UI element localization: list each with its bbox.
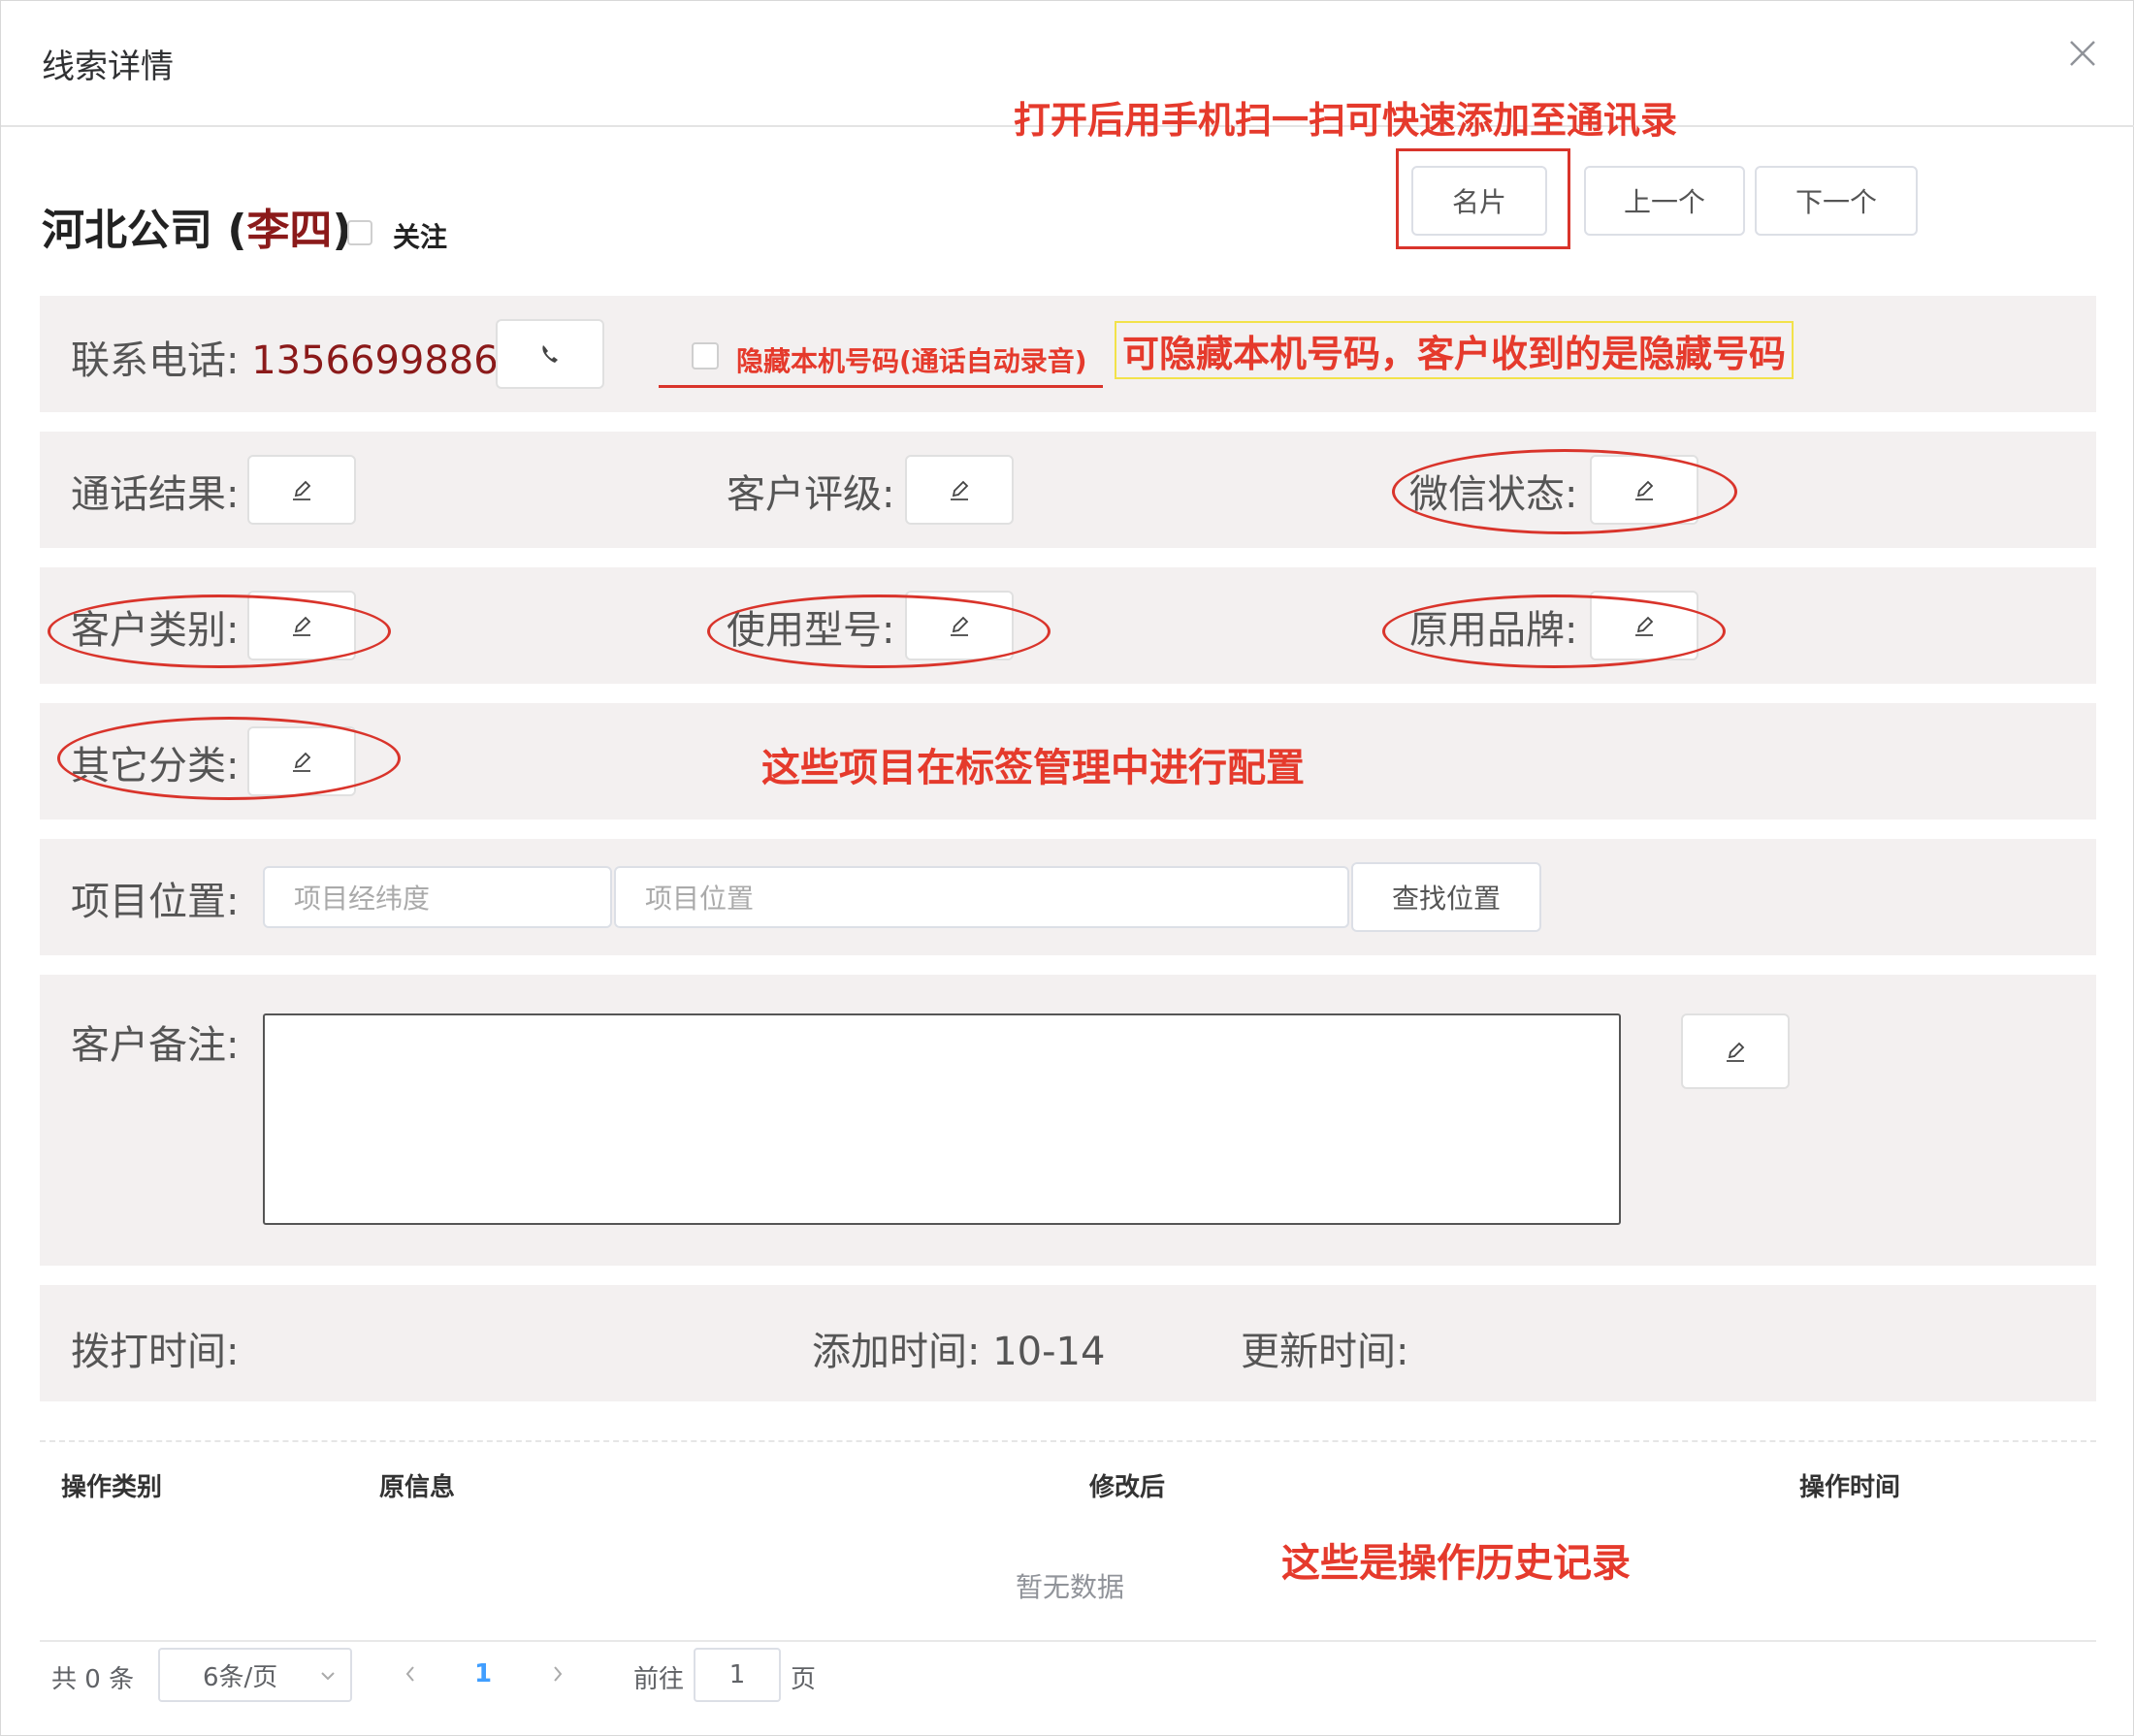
category-row: 客户类别: 使用型号: 原用品牌: <box>40 567 2096 684</box>
pencil-icon <box>951 480 969 500</box>
close-icon[interactable] <box>2065 36 2100 71</box>
added-time-value: 10-14 <box>992 1330 1106 1374</box>
customer-rating-edit-button[interactable] <box>905 455 1014 525</box>
prev-page-button[interactable] <box>399 1659 422 1688</box>
phone-label: 联系电话: <box>71 338 240 383</box>
history-divider <box>40 1440 2096 1442</box>
other-category-row: 其它分类: 这些项目在标签管理中进行配置 <box>40 703 2096 820</box>
empty-data-text: 暂无数据 <box>1016 1571 1125 1603</box>
call-result-label: 通话结果: <box>71 472 240 517</box>
goto-page-input[interactable]: 1 <box>694 1648 781 1702</box>
hide-number-underline <box>659 385 1103 388</box>
company-title: 河北公司 (李四) <box>42 195 352 257</box>
original-brand-edit-button[interactable] <box>1590 591 1698 660</box>
phone-icon <box>542 345 558 363</box>
business-card-button[interactable]: 名片 <box>1411 166 1547 236</box>
project-location-label: 项目位置: <box>71 880 240 924</box>
next-button[interactable]: 下一个 <box>1755 166 1918 236</box>
updated-time-label: 更新时间: <box>1241 1330 1409 1374</box>
pencil-icon <box>293 616 311 636</box>
note-row: 客户备注: <box>40 975 2096 1266</box>
hide-number-annotation: 可隐藏本机号码，客户收到的是隐藏号码 <box>1115 321 1794 379</box>
phone-row: 联系电话: 13566998866 隐藏本机号码(通话自动录音) 可隐藏本机号码… <box>40 296 2096 412</box>
contact-name: 李四 <box>246 206 333 255</box>
model-used-label: 使用型号: <box>727 608 895 653</box>
next-page-button[interactable] <box>546 1659 569 1688</box>
other-category-label: 其它分类: <box>71 744 240 788</box>
chevron-down-icon <box>321 1672 335 1681</box>
page-size-value: 6条/页 <box>203 1662 278 1692</box>
page-size-select[interactable]: 6条/页 <box>158 1648 352 1702</box>
chevron-left-icon <box>405 1666 414 1682</box>
location-row: 项目位置: 项目经纬度 项目位置 查找位置 <box>40 839 2096 955</box>
added-time-label: 添加时间: <box>812 1330 981 1374</box>
added-time: 添加时间: 10-14 <box>812 1320 1105 1376</box>
card-annotation: 打开后用手机扫一扫可快速添加至通讯录 <box>1014 99 1678 142</box>
customer-note-edit-button[interactable] <box>1681 1013 1790 1089</box>
hide-number-checkbox[interactable] <box>692 342 719 370</box>
hide-number-label: 隐藏本机号码(通话自动录音) <box>736 345 1087 377</box>
column-header-operation-time: 操作时间 <box>1799 1473 1901 1502</box>
wechat-status-label: 微信状态: <box>1409 472 1578 517</box>
history-annotation: 这些是操作历史记录 <box>1281 1541 1631 1586</box>
customer-rating-label: 客户评级: <box>727 472 895 517</box>
company-name: 河北公司 <box>42 206 212 255</box>
customer-note-textarea[interactable] <box>263 1013 1621 1225</box>
page-suffix: 页 <box>791 1665 817 1694</box>
page-number-current[interactable]: 1 <box>474 1659 492 1688</box>
other-category-edit-button[interactable] <box>247 726 356 796</box>
call-button[interactable] <box>496 319 604 389</box>
column-header-original-info: 原信息 <box>379 1473 456 1502</box>
find-location-button[interactable]: 查找位置 <box>1351 862 1541 932</box>
pencil-icon <box>951 616 969 636</box>
previous-button[interactable]: 上一个 <box>1584 166 1745 236</box>
model-used-edit-button[interactable] <box>905 591 1014 660</box>
pencil-icon <box>1635 480 1654 500</box>
updated-time: 更新时间: <box>1241 1320 1408 1376</box>
phone-label-group: 联系电话: 13566998866 <box>71 329 523 385</box>
wechat-status-edit-button[interactable] <box>1590 455 1698 525</box>
tags-annotation: 这些项目在标签管理中进行配置 <box>761 746 1305 790</box>
dial-time-label: 拨打时间: <box>71 1330 240 1374</box>
column-header-modified: 修改后 <box>1089 1473 1166 1502</box>
original-brand-label: 原用品牌: <box>1409 608 1578 653</box>
phone-number: 13566998866 <box>251 338 524 383</box>
customer-category-label: 客户类别: <box>71 608 240 653</box>
call-result-edit-button[interactable] <box>247 455 356 525</box>
pencil-icon <box>1727 1042 1745 1062</box>
chevron-right-icon <box>554 1666 563 1682</box>
pencil-icon <box>1635 616 1654 636</box>
customer-note-label: 客户备注: <box>71 1023 240 1068</box>
follow-label: 关注 <box>393 221 448 253</box>
coordinates-input[interactable]: 项目经纬度 <box>263 866 612 928</box>
customer-category-edit-button[interactable] <box>247 591 356 660</box>
times-row: 拨打时间: 添加时间: 10-14 更新时间: <box>40 1285 2096 1401</box>
status-row: 通话结果: 客户评级: 微信状态: <box>40 432 2096 548</box>
follow-checkbox[interactable] <box>347 220 372 245</box>
pencil-icon <box>293 480 311 500</box>
pagination-total: 共 0 条 <box>51 1665 135 1694</box>
pencil-icon <box>293 752 311 772</box>
lead-detail-dialog: 线索详情 打开后用手机扫一扫可快速添加至通讯录 河北公司 (李四) 关注 名片 … <box>0 0 2134 1736</box>
table-footer-line <box>40 1640 2096 1642</box>
open-paren: ( <box>227 206 247 255</box>
column-header-operation-type: 操作类别 <box>61 1473 163 1502</box>
dialog-title: 线索详情 <box>42 48 174 86</box>
address-input[interactable]: 项目位置 <box>614 866 1349 928</box>
goto-label: 前往 <box>633 1665 685 1694</box>
dial-time: 拨打时间: <box>71 1320 239 1376</box>
